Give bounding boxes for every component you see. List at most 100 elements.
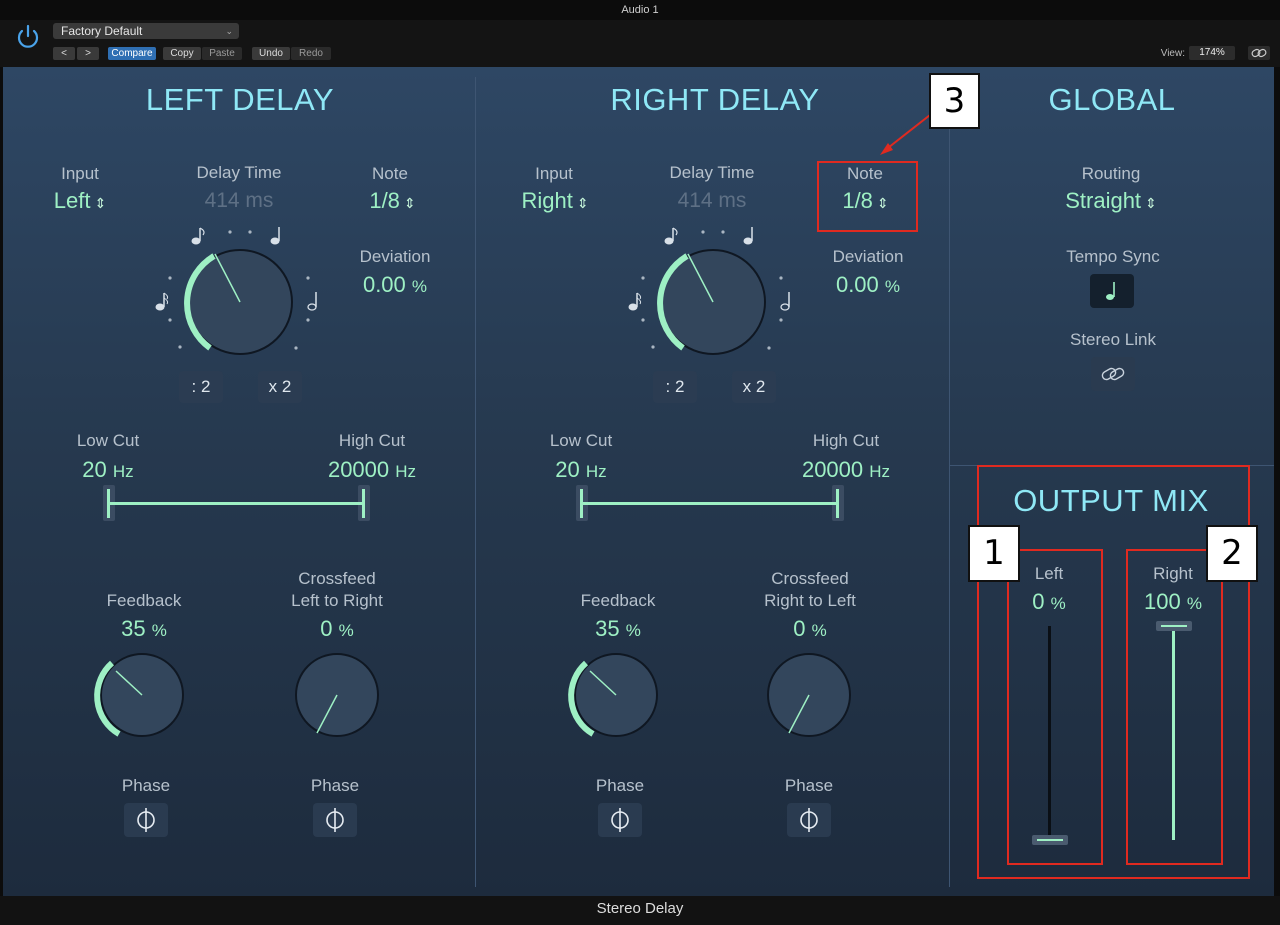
right-phase-button-1[interactable] (598, 803, 642, 837)
annotation-number-3: 3 (929, 73, 980, 129)
left-delay-time-knob[interactable] (140, 222, 340, 382)
right-low-cut-unit: Hz (585, 462, 607, 481)
left-crossfeed-knob[interactable] (287, 645, 387, 745)
left-feedback-unit: % (151, 621, 167, 640)
right-low-cut-value[interactable]: 20 Hz (531, 457, 631, 483)
left-note-select[interactable]: 1/8 ⇕ (345, 188, 440, 214)
right-delay-time-label: Delay Time (669, 163, 755, 182)
stereo-link-label: Stereo Link (1070, 330, 1156, 349)
plugin-name-footer: Stereo Delay (0, 896, 1280, 925)
right-low-cut-label: Low Cut (549, 431, 613, 450)
right-filter-range-bar[interactable] (581, 502, 838, 505)
right-deviation-number: 0.00 (835, 272, 879, 297)
left-crossfeed-sub-label: Left to Right (291, 591, 383, 610)
left-low-cut-label: Low Cut (76, 431, 140, 450)
right-double-button[interactable]: x 2 (732, 371, 776, 403)
annotation-number-2: 2 (1206, 525, 1258, 582)
left-low-cut-unit: Hz (112, 462, 134, 481)
right-halve-button[interactable]: : 2 (653, 371, 697, 403)
right-crossfeed-value[interactable]: 0 % (760, 616, 860, 642)
left-deviation-unit: % (411, 277, 428, 296)
zoom-select[interactable]: 174% (1189, 46, 1235, 60)
left-feedback-knob[interactable] (92, 645, 192, 745)
left-input-value: Left (53, 188, 91, 213)
right-delay-title: RIGHT DELAY (610, 82, 820, 117)
left-phase-label-2: Phase (310, 776, 360, 795)
copy-button[interactable]: Copy (163, 47, 201, 60)
right-phase-label-1: Phase (595, 776, 645, 795)
plugin-window: Audio 1 Factory Default ⌄ < > Compare Co… (0, 0, 1280, 925)
annotation-box-right (1126, 549, 1223, 865)
right-deviation-unit: % (884, 277, 901, 296)
left-delay-time-label: Delay Time (196, 163, 282, 182)
compare-button[interactable]: Compare (108, 47, 156, 60)
left-halve-button[interactable]: : 2 (179, 371, 223, 403)
right-high-cut-value[interactable]: 20000 Hz (776, 457, 916, 483)
left-feedback-number: 35 (121, 616, 146, 641)
divider (475, 77, 476, 887)
right-phase-label-2: Phase (784, 776, 834, 795)
left-note-value: 1/8 (369, 188, 400, 213)
note-icon (307, 292, 317, 311)
previous-preset-button[interactable]: < (53, 47, 75, 60)
right-input-select[interactable]: Right ⇕ (500, 188, 610, 214)
left-high-cut-value[interactable]: 20000 Hz (302, 457, 442, 483)
left-double-button[interactable]: x 2 (258, 371, 302, 403)
power-icon[interactable] (14, 23, 42, 51)
paste-button[interactable]: Paste (202, 47, 242, 60)
annotation-box-note (817, 161, 918, 232)
left-low-cut-number: 20 (82, 457, 107, 482)
left-phase-button-2[interactable] (313, 803, 357, 837)
note-icon (270, 227, 280, 245)
right-feedback-value[interactable]: 35 % (568, 616, 668, 642)
right-feedback-label: Feedback (580, 591, 656, 610)
left-feedback-value[interactable]: 35 % (94, 616, 194, 642)
right-phase-button-2[interactable] (787, 803, 831, 837)
note-icon (664, 227, 678, 245)
next-preset-button[interactable]: > (77, 47, 99, 60)
link-button[interactable] (1248, 46, 1270, 60)
stereo-link-button[interactable] (1091, 357, 1135, 391)
tempo-sync-label: Tempo Sync (1066, 247, 1160, 266)
left-low-cut-marker (107, 489, 110, 518)
global-title: GLOBAL (1048, 82, 1176, 117)
left-crossfeed-value[interactable]: 0 % (287, 616, 387, 642)
right-deviation-label: Deviation (832, 247, 904, 266)
right-crossfeed-knob[interactable] (759, 645, 859, 745)
left-crossfeed-unit: % (338, 621, 354, 640)
preset-menu[interactable]: Factory Default ⌄ (53, 23, 239, 39)
right-high-cut-label: High Cut (812, 431, 880, 450)
undo-button[interactable]: Undo (252, 47, 290, 60)
left-phase-label-1: Phase (121, 776, 171, 795)
right-delay-time-knob[interactable] (613, 222, 813, 382)
left-feedback-label: Feedback (106, 591, 182, 610)
view-label: View: (1160, 48, 1185, 59)
left-high-cut-unit: Hz (395, 462, 417, 481)
annotation-number-1: 1 (968, 525, 1020, 582)
left-phase-button-1[interactable] (124, 803, 168, 837)
right-feedback-knob[interactable] (566, 645, 666, 745)
right-delay-time-value: 414 ms (677, 189, 747, 212)
routing-value: Straight (1065, 188, 1142, 213)
right-crossfeed-sub-label: Right to Left (764, 591, 856, 610)
redo-button[interactable]: Redo (291, 47, 331, 60)
left-filter-range-bar[interactable] (108, 502, 364, 505)
right-deviation-value[interactable]: 0.00 % (813, 272, 923, 298)
left-note-label: Note (372, 164, 408, 183)
right-low-cut-number: 20 (555, 457, 580, 482)
routing-select[interactable]: Straight ⇕ (1036, 188, 1186, 214)
left-deviation-value[interactable]: 0.00 % (340, 272, 450, 298)
link-icon (1251, 48, 1267, 58)
right-low-cut-marker (580, 489, 583, 518)
phase-icon (137, 808, 155, 832)
left-delay-title: LEFT DELAY (145, 82, 335, 117)
left-low-cut-value[interactable]: 20 Hz (58, 457, 158, 483)
left-deviation-label: Deviation (359, 247, 431, 266)
right-feedback-unit: % (625, 621, 641, 640)
chain-link-icon (1101, 367, 1125, 381)
window-title: Audio 1 (621, 4, 659, 16)
updown-arrows-icon: ⇕ (403, 195, 416, 211)
left-input-select[interactable]: Left ⇕ (30, 188, 130, 214)
chevron-down-icon: ⌄ (225, 26, 233, 36)
tempo-sync-button[interactable] (1090, 274, 1134, 308)
